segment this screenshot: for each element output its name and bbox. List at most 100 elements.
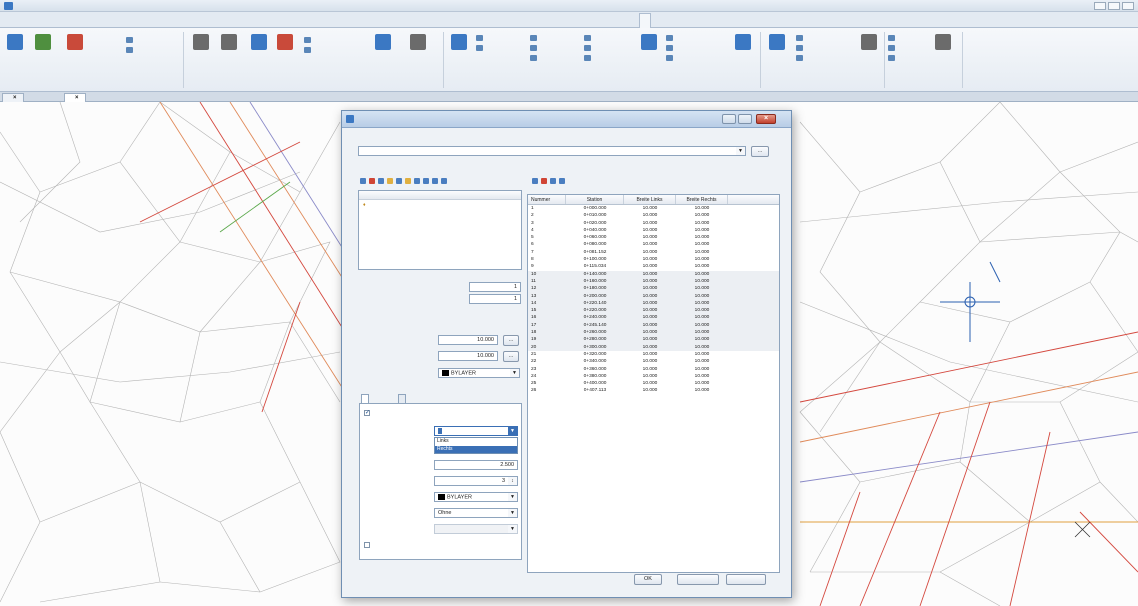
pick-width-left-button[interactable]: ... [503,335,519,346]
show-name-checkbox-row[interactable] [364,410,372,417]
table-cell[interactable]: 10.000 [676,293,728,300]
table-row[interactable]: 6 0+080.000 10.000 10.000 [528,241,779,248]
table-row[interactable]: 5 0+060.000 10.000 10.000 [528,234,779,241]
table-cell[interactable]: 10.000 [676,220,728,227]
column-header[interactable]: Breite Rechts [676,195,728,204]
minimize-button[interactable] [1094,2,1106,10]
ribbon-tool-0[interactable] [2,34,28,50]
tab-profile[interactable] [398,394,406,403]
table-cell[interactable]: 10.000 [676,241,728,248]
table-row[interactable]: 21 0+320.000 10.000 10.000 [528,351,779,358]
table-cell[interactable]: 10.000 [624,307,676,314]
ribbon-tool-9[interactable] [446,34,472,50]
table-cell[interactable]: 10.000 [624,220,676,227]
table-cell[interactable]: 12 [528,285,566,292]
increment-input[interactable]: 1 [469,294,521,304]
table-cell[interactable]: 7 [528,249,566,256]
table-cell[interactable]: 25 [528,380,566,387]
table-row[interactable]: 18 0+260.000 10.000 10.000 [528,329,779,337]
ribbon-tool-2[interactable] [62,34,88,50]
ribbon-tool-7[interactable] [370,34,396,50]
table-cell[interactable]: 0+180.000 [566,285,624,292]
table-row[interactable]: 4 0+040.000 10.000 10.000 [528,227,779,234]
text-rotate-checkbox[interactable] [364,542,370,548]
achse-select[interactable]: ▼ [358,146,746,156]
table-cell[interactable]: 0+240.000 [566,314,624,321]
save-icon[interactable] [396,178,402,184]
profile-color-select[interactable]: BYLAYER ▼ [438,368,520,378]
table-cell[interactable]: 0+400.000 [566,380,624,387]
select-icon[interactable] [441,178,447,184]
ribbon-tool-11[interactable] [730,34,756,50]
table-cell[interactable]: 10.000 [676,373,728,380]
table-row[interactable]: 19 0+280.000 10.000 10.000 [528,336,779,344]
table-cell[interactable]: 10.000 [624,285,676,292]
ribbon-tool-12[interactable] [764,34,790,50]
edit-row-icon[interactable] [550,178,556,184]
table-cell[interactable]: 6 [528,241,566,248]
table-cell[interactable]: 10.000 [676,358,728,365]
dialog-maximize-button[interactable] [738,114,752,124]
table-cell[interactable]: 8 [528,256,566,263]
first-number-input[interactable]: 1 [469,282,521,292]
ribbon-tool-5[interactable] [246,34,272,50]
station-table[interactable]: Nummer Station Breite Links Breite Recht… [527,194,780,573]
table-cell[interactable]: 10.000 [676,227,728,234]
list-item[interactable]: ♦ [359,200,521,210]
zoom-window-icon[interactable] [423,178,429,184]
table-cell[interactable]: 10.000 [624,344,676,351]
decimals-input[interactable]: 3 ↕ [434,476,518,486]
close-window-button[interactable] [1122,2,1134,10]
show-name-checkbox[interactable] [364,410,370,416]
table-cell[interactable]: 10.000 [624,227,676,234]
table-cell[interactable]: 0+140.000 [566,271,624,278]
table-cell[interactable]: 21 [528,351,566,358]
table-cell[interactable]: 0+280.000 [566,336,624,343]
pin-icon[interactable] [405,178,411,184]
table-cell[interactable]: 11 [528,278,566,285]
delete-icon[interactable] [369,178,375,184]
column-header[interactable]: Breite Links [624,195,676,204]
table-row[interactable]: 10 0+140.000 10.000 10.000 [528,270,779,278]
new-icon[interactable] [360,178,366,184]
table-cell[interactable]: 0+300.000 [566,344,624,351]
table-cell[interactable]: 0+160.000 [566,278,624,285]
grid-icon[interactable] [559,178,565,184]
ribbon-tool-1[interactable] [30,34,56,50]
open-folder-icon[interactable] [387,178,393,184]
close-icon[interactable]: × [75,95,79,101]
tab-13[interactable] [639,13,651,28]
table-cell[interactable]: 10.000 [624,278,676,285]
table-cell[interactable]: 10.000 [624,241,676,248]
table-cell[interactable]: 3 [528,220,566,227]
dialog-close-button[interactable]: × [756,114,776,124]
background-select[interactable]: Ohne ▼ [434,508,518,518]
text-rotate-checkbox-row[interactable] [364,542,372,549]
ribbon-tool-4[interactable] [216,34,242,50]
table-row[interactable]: 11 0+160.000 10.000 10.000 [528,277,779,286]
table-cell[interactable]: 0+060.000 [566,234,624,241]
table-cell[interactable]: 0+080.000 [566,241,624,248]
table-row[interactable]: 22 0+340.000 10.000 10.000 [528,358,779,365]
table-cell[interactable]: 15 [528,307,566,314]
ribbon-tool-3[interactable] [188,34,214,50]
table-cell[interactable]: 10.000 [676,263,728,270]
ribbon-tool-14[interactable] [930,34,956,50]
table-row[interactable]: 14 0+220.140 10.000 10.000 [528,299,779,308]
table-row[interactable]: 23 0+360.000 10.000 10.000 [528,366,779,373]
table-cell[interactable]: 10.000 [676,322,728,329]
table-cell[interactable]: 0+407.113 [566,387,624,394]
table-cell[interactable]: 20 [528,344,566,351]
table-cell[interactable]: 22 [528,358,566,365]
table-cell[interactable]: 0+380.000 [566,373,624,380]
help-button[interactable] [726,574,766,585]
table-row[interactable]: 7 0+081.152 10.000 10.000 [528,249,779,256]
dropdown-option-links[interactable]: Links [435,438,517,446]
column-header[interactable]: Station [566,195,624,204]
table-cell[interactable]: 0+260.000 [566,329,624,336]
table-cell[interactable]: 0+020.000 [566,220,624,227]
table-row[interactable]: 2 0+010.000 10.000 10.000 [528,212,779,219]
table-row[interactable]: 26 0+407.113 10.000 10.000 [528,387,779,394]
pick-axis-button[interactable]: ... [751,146,769,157]
doc-tab-1[interactable]: × [64,93,86,102]
